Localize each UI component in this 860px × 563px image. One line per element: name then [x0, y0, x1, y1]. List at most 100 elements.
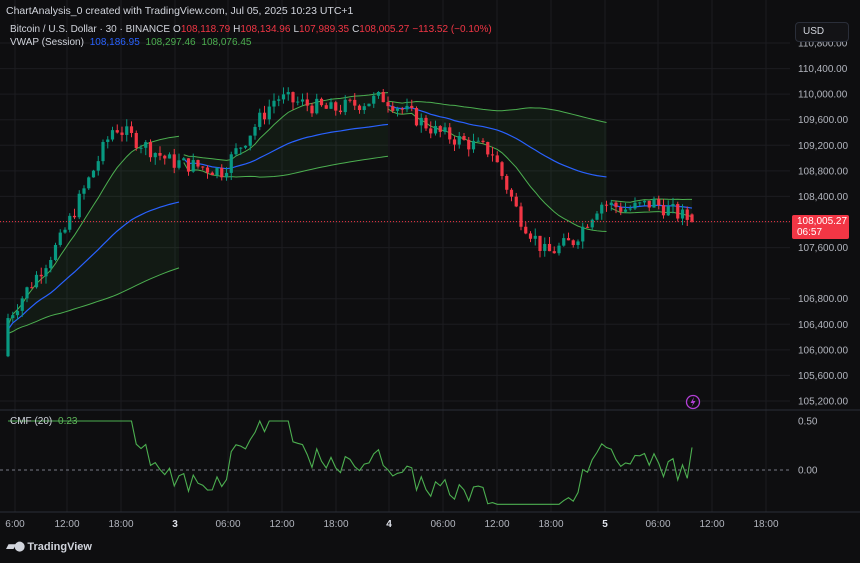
candle-body[interactable] — [186, 158, 191, 172]
candle-body[interactable] — [305, 99, 309, 106]
candle-body[interactable] — [253, 126, 257, 136]
candle-body[interactable] — [538, 235, 542, 251]
candle-body[interactable] — [581, 226, 585, 242]
candle-body[interactable] — [633, 202, 637, 209]
candle-body[interactable] — [248, 135, 252, 146]
candle-body[interactable] — [267, 106, 271, 120]
candle-body[interactable] — [647, 200, 651, 208]
candle-body[interactable] — [258, 112, 262, 127]
candle-body[interactable] — [585, 226, 590, 228]
candle-body[interactable] — [443, 127, 447, 132]
candle-body[interactable] — [34, 274, 39, 288]
candle-body[interactable] — [429, 128, 433, 134]
candle-body[interactable] — [661, 205, 666, 216]
candle-body[interactable] — [134, 132, 138, 148]
candle-body[interactable] — [82, 188, 86, 194]
candle-body[interactable] — [153, 152, 157, 158]
candle-body[interactable] — [685, 209, 689, 220]
candle-body[interactable] — [671, 204, 675, 207]
candle-body[interactable] — [552, 251, 556, 254]
candle-body[interactable] — [395, 108, 400, 111]
candle-body[interactable] — [210, 172, 214, 176]
candle-body[interactable] — [505, 175, 509, 190]
candle-body[interactable] — [343, 99, 347, 113]
candle-body[interactable] — [334, 102, 338, 111]
candle-body[interactable] — [129, 126, 134, 133]
candle-body[interactable] — [215, 167, 219, 176]
candle-body[interactable] — [220, 167, 224, 178]
candle-body[interactable] — [690, 214, 694, 222]
candle-body[interactable] — [381, 91, 385, 103]
candle-body[interactable] — [20, 298, 24, 311]
candle-body[interactable] — [357, 105, 362, 111]
candle-body[interactable] — [239, 147, 243, 149]
candle-body[interactable] — [657, 199, 661, 206]
candle-body[interactable] — [448, 127, 452, 140]
candle-body[interactable] — [410, 105, 414, 108]
candle-body[interactable] — [167, 154, 172, 159]
candle-body[interactable] — [243, 145, 248, 148]
candle-body[interactable] — [419, 117, 423, 126]
candle-body[interactable] — [391, 106, 395, 111]
candle-body[interactable] — [44, 268, 48, 277]
candle-body[interactable] — [405, 105, 409, 110]
candle-body[interactable] — [148, 142, 153, 158]
candle-body[interactable] — [680, 209, 685, 219]
candle-body[interactable] — [457, 136, 461, 145]
candle-body[interactable] — [106, 139, 110, 142]
candle-body[interactable] — [590, 219, 594, 228]
candle-body[interactable] — [495, 155, 499, 163]
candle-body[interactable] — [367, 103, 371, 107]
candle-body[interactable] — [291, 92, 295, 103]
candle-body[interactable] — [414, 107, 419, 126]
candle-body[interactable] — [642, 200, 647, 203]
candle-body[interactable] — [471, 140, 476, 150]
candle-body[interactable] — [229, 154, 233, 173]
candle-body[interactable] — [400, 108, 404, 110]
candle-body[interactable] — [519, 206, 523, 227]
candle-body[interactable] — [191, 160, 195, 172]
candle-body[interactable] — [201, 166, 205, 168]
candle-body[interactable] — [652, 199, 656, 208]
candle-body[interactable] — [96, 161, 100, 171]
candle-body[interactable] — [115, 130, 119, 133]
candle-body[interactable] — [486, 142, 490, 155]
candle-body[interactable] — [68, 215, 72, 230]
candle-body[interactable] — [500, 162, 504, 176]
candle-body[interactable] — [348, 99, 352, 101]
candle-body[interactable] — [547, 243, 552, 252]
candle-body[interactable] — [452, 139, 457, 145]
candle-body[interactable] — [628, 208, 632, 210]
candle-body[interactable] — [600, 204, 604, 214]
candle-body[interactable] — [524, 226, 528, 234]
candle-body[interactable] — [462, 136, 466, 140]
candle-body[interactable] — [77, 193, 81, 218]
candle-body[interactable] — [614, 202, 618, 208]
candle-body[interactable] — [481, 140, 485, 143]
candle-body[interactable] — [87, 177, 91, 189]
candle-body[interactable] — [163, 155, 167, 159]
candle-body[interactable] — [172, 154, 176, 168]
candle-body[interactable] — [514, 196, 518, 207]
candle-body[interactable] — [315, 98, 319, 114]
candle-body[interactable] — [509, 189, 514, 197]
candle-body[interactable] — [58, 232, 62, 245]
candle-body[interactable] — [30, 287, 34, 289]
candle-body[interactable] — [262, 112, 267, 120]
candle-body[interactable] — [353, 99, 357, 106]
candle-body[interactable] — [158, 152, 162, 156]
candle-body[interactable] — [296, 101, 300, 103]
candle-body[interactable] — [433, 126, 438, 134]
candle-body[interactable] — [595, 213, 599, 220]
candle-body[interactable] — [91, 170, 96, 178]
candle-body[interactable] — [110, 130, 115, 140]
candle-body[interactable] — [609, 202, 613, 206]
candle-body[interactable] — [438, 126, 442, 132]
candle-body[interactable] — [39, 274, 43, 277]
candle-body[interactable] — [562, 238, 566, 246]
candle-body[interactable] — [490, 154, 495, 156]
candle-body[interactable] — [139, 147, 143, 149]
candle-body[interactable] — [49, 259, 53, 269]
candle-body[interactable] — [277, 99, 281, 101]
candle-body[interactable] — [338, 110, 343, 113]
